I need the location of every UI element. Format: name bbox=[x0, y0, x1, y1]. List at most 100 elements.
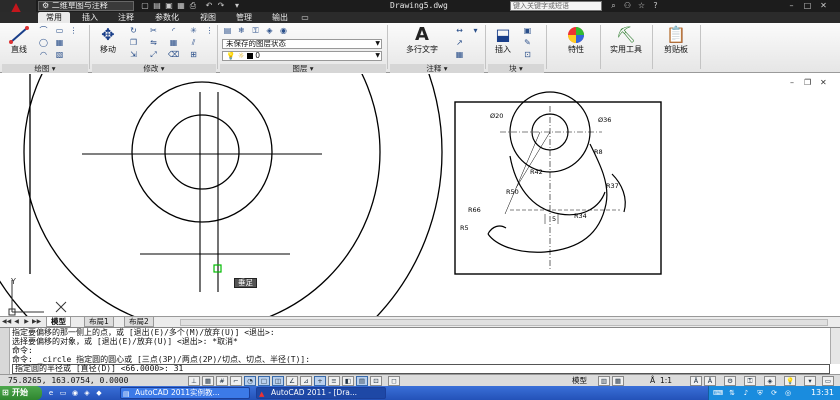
prev-tab-icon[interactable]: ◀ bbox=[12, 318, 21, 326]
annotation-visibility-icon[interactable]: Å bbox=[690, 376, 702, 386]
scale-icon[interactable]: ⤢ bbox=[148, 50, 159, 60]
trim-icon[interactable]: ✂ bbox=[148, 26, 159, 36]
command-window-handle[interactable] bbox=[0, 328, 10, 374]
layer-match-icon[interactable]: ◈ bbox=[264, 26, 275, 36]
block-panel-title[interactable]: 块 ▾ bbox=[488, 64, 544, 73]
quick-view-drawings-icon[interactable]: ▦ bbox=[612, 376, 624, 386]
app-icon[interactable]: ◈ bbox=[82, 388, 92, 398]
clipboard-button[interactable]: 📋 剪贴板 bbox=[656, 25, 696, 55]
horizontal-scrollbar[interactable] bbox=[180, 319, 828, 326]
gradient-icon[interactable]: ▧ bbox=[54, 50, 65, 60]
open-file-icon[interactable]: ▤ bbox=[152, 1, 162, 10]
undo-icon[interactable]: ↶ bbox=[204, 1, 214, 10]
task-button-word[interactable]: ▤ AutoCAD 2011实例教... bbox=[120, 387, 250, 399]
print-icon[interactable]: ⎙ bbox=[188, 1, 198, 10]
qa-dropdown-icon[interactable]: ▾ bbox=[232, 1, 242, 10]
tab-home[interactable]: 常用 bbox=[38, 12, 70, 23]
binoculars-icon[interactable]: ⌕ bbox=[608, 1, 619, 11]
tab-layout2[interactable]: 布局2 bbox=[124, 317, 154, 327]
draw-more-icon[interactable]: ⋮ bbox=[68, 26, 79, 36]
app-icon[interactable]: ◉ bbox=[70, 388, 80, 398]
tab-output[interactable]: 输出 bbox=[264, 12, 296, 23]
tab-insert[interactable]: 插入 bbox=[74, 12, 106, 23]
tab-manage[interactable]: 管理 bbox=[228, 12, 260, 23]
create-block-icon[interactable]: ▣ bbox=[522, 26, 533, 36]
layer-prev-icon[interactable]: ◉ bbox=[278, 26, 289, 36]
mtext-button[interactable]: A 多行文字 bbox=[396, 25, 448, 55]
tab-view[interactable]: 视图 bbox=[192, 12, 224, 23]
tab-annotate[interactable]: 注释 bbox=[110, 12, 142, 23]
network-icon[interactable]: ⇅ bbox=[727, 388, 737, 398]
annotation-more-icon[interactable]: ▾ bbox=[470, 26, 481, 36]
app-icon[interactable]: ◆ bbox=[94, 388, 104, 398]
command-input[interactable]: 指定圆的半径或 [直径(D)] <66.0000>: 31 bbox=[12, 364, 830, 374]
workspace-switch-icon[interactable]: ⚙ bbox=[724, 376, 736, 386]
quick-properties-toggle[interactable]: ▤ bbox=[356, 376, 368, 386]
layers-panel-title[interactable]: 图层 ▾ bbox=[220, 64, 386, 73]
save-as-icon[interactable]: ▦ bbox=[176, 1, 186, 10]
rectangle-icon[interactable]: ▭ bbox=[54, 26, 65, 36]
redo-icon[interactable]: ↷ bbox=[216, 1, 226, 10]
transparency-toggle[interactable]: ◧ bbox=[342, 376, 354, 386]
user-icon[interactable]: ⚇ bbox=[622, 1, 633, 11]
model-space-toggle[interactable]: ◻ bbox=[388, 376, 400, 386]
infer-constraints-toggle[interactable]: ⊥ bbox=[188, 376, 200, 386]
update-icon[interactable]: ⟳ bbox=[769, 388, 779, 398]
snap-mode-toggle[interactable]: ▦ bbox=[202, 376, 214, 386]
move-button[interactable]: ✥ 移动 bbox=[92, 25, 124, 55]
workspace-select[interactable]: ⚙ 二维草图与注释 bbox=[38, 1, 134, 11]
erase-icon[interactable]: ⌫ bbox=[168, 50, 179, 60]
quick-view-layouts-icon[interactable]: ▥ bbox=[598, 376, 610, 386]
start-button[interactable]: ⊞ 开始 bbox=[0, 386, 42, 400]
dimension-icon[interactable]: ↔ bbox=[454, 26, 465, 36]
layer-freeze-icon[interactable]: ❄ bbox=[236, 26, 247, 36]
new-file-icon[interactable]: ▢ bbox=[140, 1, 150, 10]
offset-icon[interactable]: ⫽ bbox=[188, 38, 199, 48]
layer-properties-icon[interactable]: ▤ bbox=[222, 26, 233, 36]
lineweight-toggle[interactable]: ≡ bbox=[328, 376, 340, 386]
last-tab-icon[interactable]: ▶▶ bbox=[32, 318, 41, 326]
security-icon[interactable]: ⛨ bbox=[755, 388, 765, 398]
annotation-panel-title[interactable]: 注释 ▾ bbox=[390, 64, 484, 73]
isolate-objects-icon[interactable]: 💡 bbox=[784, 376, 796, 386]
modify-panel-title[interactable]: 修改 ▾ bbox=[92, 64, 216, 73]
auto-scale-icon[interactable]: Å bbox=[704, 376, 716, 386]
tray-app-icon[interactable]: ◎ bbox=[783, 388, 793, 398]
tab-parametric[interactable]: 参数化 bbox=[146, 12, 188, 23]
ducs-toggle[interactable]: ⊿ bbox=[300, 376, 312, 386]
array-icon[interactable]: ▦ bbox=[168, 38, 179, 48]
stretch-icon[interactable]: ⇲ bbox=[128, 50, 139, 60]
save-icon[interactable]: ▣ bbox=[164, 1, 174, 10]
modify-more-icon[interactable]: ⋮ bbox=[204, 26, 215, 36]
volume-icon[interactable]: ♪ bbox=[741, 388, 751, 398]
join-icon[interactable]: ⊞ bbox=[188, 50, 199, 60]
hardware-accel-icon[interactable]: ◈ bbox=[764, 376, 776, 386]
ie-icon[interactable]: e bbox=[46, 388, 56, 398]
explode-icon[interactable]: ✳ bbox=[188, 26, 199, 36]
rotate-icon[interactable]: ↻ bbox=[128, 26, 139, 36]
otrack-toggle[interactable]: ∠ bbox=[286, 376, 298, 386]
properties-button[interactable]: 特性 bbox=[558, 25, 594, 55]
table-icon[interactable]: ▦ bbox=[454, 50, 465, 60]
leader-icon[interactable]: ↗ bbox=[454, 38, 465, 48]
line-button[interactable]: 直线 bbox=[4, 25, 34, 55]
draw-panel-title[interactable]: 绘图 ▾ bbox=[2, 64, 88, 73]
dyn-toggle[interactable]: + bbox=[314, 376, 326, 386]
hatch-icon[interactable]: ▦ bbox=[54, 38, 65, 48]
circle-icon[interactable]: ◯ bbox=[38, 38, 49, 48]
polar-toggle[interactable]: ◔ bbox=[244, 376, 256, 386]
arc-icon[interactable]: ◠ bbox=[38, 50, 49, 60]
utilities-button[interactable]: ⛏ 实用工具 bbox=[604, 25, 648, 55]
command-scrollbar[interactable] bbox=[830, 328, 840, 364]
selection-cycling-toggle[interactable]: ⊡ bbox=[370, 376, 382, 386]
attribute-icon[interactable]: ⊡ bbox=[522, 50, 533, 60]
copy-icon[interactable]: ❐ bbox=[128, 38, 139, 48]
maximize-icon[interactable]: □ bbox=[802, 1, 813, 11]
tab-model[interactable]: 模型 bbox=[46, 317, 71, 327]
status-menu-icon[interactable]: ▾ bbox=[804, 376, 816, 386]
task-button-autocad[interactable]: ▲ AutoCAD 2011 - [Dra... bbox=[256, 387, 386, 399]
first-tab-icon[interactable]: ◀◀ bbox=[2, 318, 11, 326]
edit-block-icon[interactable]: ✎ bbox=[522, 38, 533, 48]
insert-block-button[interactable]: ⬓ 插入 bbox=[488, 25, 518, 55]
layer-state-select[interactable]: 未保存的图层状态 ▼ bbox=[222, 39, 382, 49]
